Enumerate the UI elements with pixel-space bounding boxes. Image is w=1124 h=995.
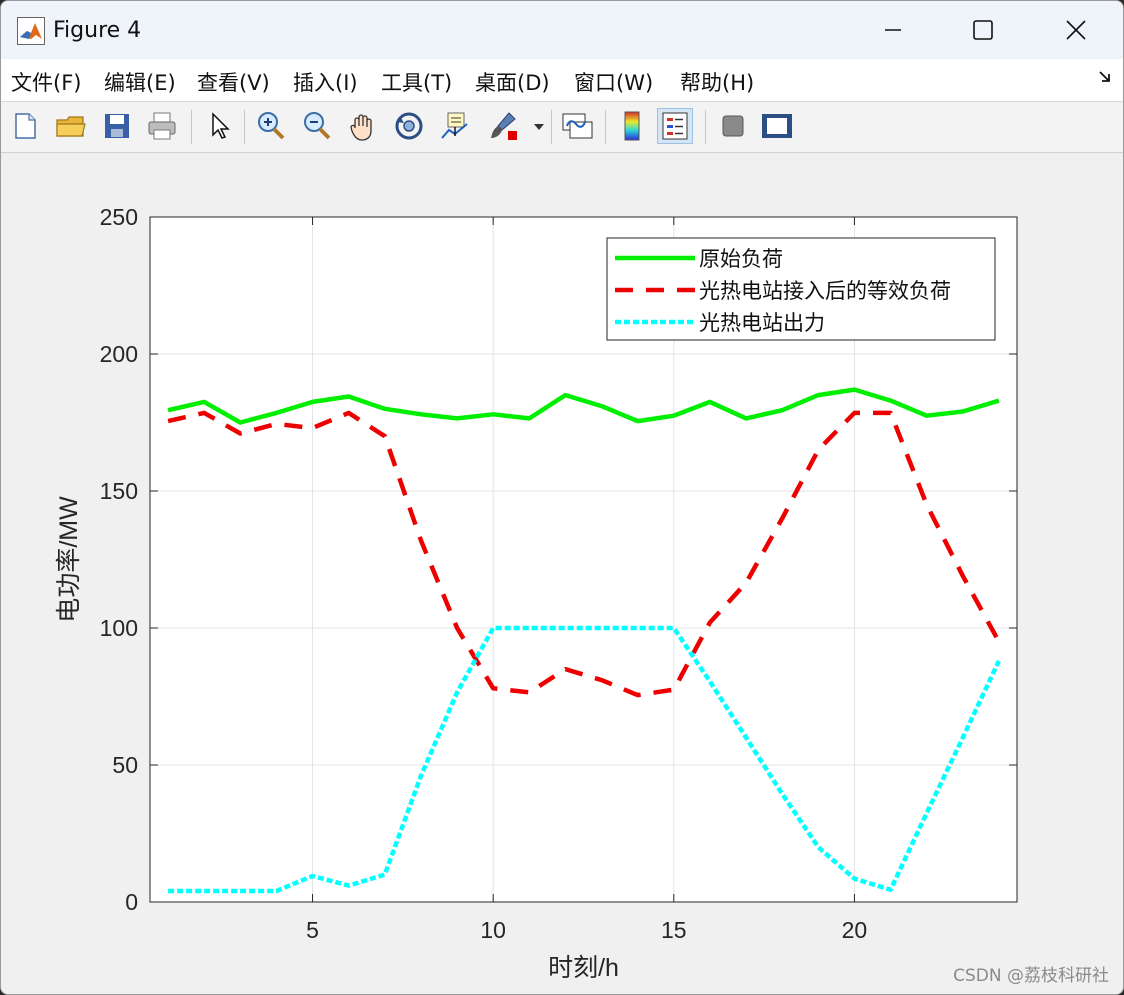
- line-chart[interactable]: 5 10 15 20050100150200250 时刻/h 电功率/MW 原始负荷光…: [1, 153, 1123, 994]
- brush-dropdown-icon[interactable]: [533, 122, 545, 132]
- zoom-out-icon: [304, 112, 331, 140]
- close-icon: [1066, 20, 1086, 40]
- pan-hand-icon: [350, 114, 372, 141]
- toolbar-separator: [605, 110, 606, 144]
- y-tick-label: 50: [112, 752, 138, 778]
- zoom-in-button[interactable]: [253, 108, 289, 144]
- menu-view[interactable]: 查看(V): [197, 67, 270, 97]
- title-bar: Figure 4: [1, 1, 1123, 59]
- x-tick-label: 5: [306, 917, 319, 943]
- menu-edit[interactable]: 编辑(E): [104, 67, 176, 97]
- matlab-logo-icon: [17, 17, 45, 45]
- new-file-icon: [15, 113, 36, 139]
- brush-button[interactable]: [485, 108, 521, 144]
- minimize-icon: [885, 29, 901, 31]
- hide-plot-tools-icon: [722, 115, 744, 137]
- legend-icon: [662, 112, 688, 140]
- toolbar-separator: [551, 110, 552, 144]
- minimize-button[interactable]: [847, 1, 939, 59]
- rotate-3d-button[interactable]: [391, 108, 427, 144]
- legend-label-1: 原始负荷: [699, 248, 783, 271]
- zoom-out-button[interactable]: [299, 108, 335, 144]
- menu-insert[interactable]: 插入(I): [293, 67, 358, 97]
- figure-canvas: 5 10 15 20 0 50 100 150 200 250 时刻/h 电功率/MW 原始负荷光…: [1, 153, 1123, 994]
- toolbar-separator: [244, 110, 245, 144]
- figure-window: Figure 4 文件(F) 编辑(E) 查看(V) 插入(I) 工具(T) 桌…: [0, 0, 1124, 995]
- close-button[interactable]: [1030, 1, 1122, 59]
- y-tick-label: 150: [100, 478, 138, 504]
- show-plot-tools-icon: [762, 114, 792, 138]
- pointer-icon: [212, 112, 230, 139]
- data-cursor-button[interactable]: [437, 108, 473, 144]
- brush-icon: [491, 112, 517, 140]
- toolbar-separator: [705, 110, 706, 144]
- maximize-icon: [973, 20, 993, 40]
- x-tick-label: 15: [661, 917, 687, 943]
- rotate-3d-icon: [395, 112, 423, 140]
- legend-label-3: 光热电站出力: [699, 312, 825, 335]
- zoom-in-icon: [258, 112, 285, 140]
- colorbar-icon: [624, 111, 640, 141]
- x-tick-label: 10: [480, 917, 506, 943]
- y-tick-label: 200: [100, 341, 138, 367]
- watermark-text: CSDN @荔枝科研社: [953, 966, 1109, 986]
- open-folder-icon: [56, 116, 86, 137]
- menu-tools[interactable]: 工具(T): [381, 67, 452, 97]
- link-plot-icon: [562, 113, 593, 139]
- new-figure-button[interactable]: [7, 108, 43, 144]
- menu-help[interactable]: 帮助(H): [680, 67, 754, 97]
- insert-colorbar-button[interactable]: [614, 108, 650, 144]
- x-tick-label: 20: [842, 917, 868, 943]
- y-tick-label: 250: [100, 204, 138, 230]
- save-button[interactable]: [99, 108, 135, 144]
- menu-bar: 文件(F) 编辑(E) 查看(V) 插入(I) 工具(T) 桌面(D) 窗口(W…: [1, 59, 1123, 102]
- y-tick-label: 0: [125, 889, 138, 915]
- window-title: Figure 4: [53, 18, 142, 43]
- legend-label-2: 光热电站接入后的等效负荷: [699, 280, 951, 303]
- menu-window[interactable]: 窗口(W): [574, 67, 653, 97]
- insert-legend-button[interactable]: [657, 108, 693, 144]
- print-button[interactable]: [144, 108, 180, 144]
- y-axis-label: 电功率/MW: [55, 496, 83, 623]
- show-plot-tools-button[interactable]: [759, 108, 795, 144]
- maximize-button[interactable]: [937, 1, 1029, 59]
- hide-plot-tools-button[interactable]: [715, 108, 751, 144]
- legend[interactable]: 原始负荷光热电站接入后的等效负荷光热电站出力: [606, 237, 996, 341]
- pan-button[interactable]: [345, 108, 381, 144]
- menu-desktop[interactable]: 桌面(D): [475, 67, 550, 97]
- figure-toolbar: [1, 102, 1123, 153]
- menu-file[interactable]: 文件(F): [11, 67, 81, 97]
- y-tick-label: 100: [100, 615, 138, 641]
- dock-arrow-icon[interactable]: [1097, 69, 1113, 85]
- x-axis-label: 时刻/h: [548, 954, 619, 982]
- open-file-button[interactable]: [53, 108, 89, 144]
- toolbar-separator: [191, 110, 192, 144]
- data-cursor-icon: [441, 112, 468, 139]
- save-icon: [105, 114, 129, 138]
- edit-plot-button[interactable]: [201, 108, 237, 144]
- print-icon: [148, 112, 176, 140]
- link-plot-button[interactable]: [559, 108, 595, 144]
